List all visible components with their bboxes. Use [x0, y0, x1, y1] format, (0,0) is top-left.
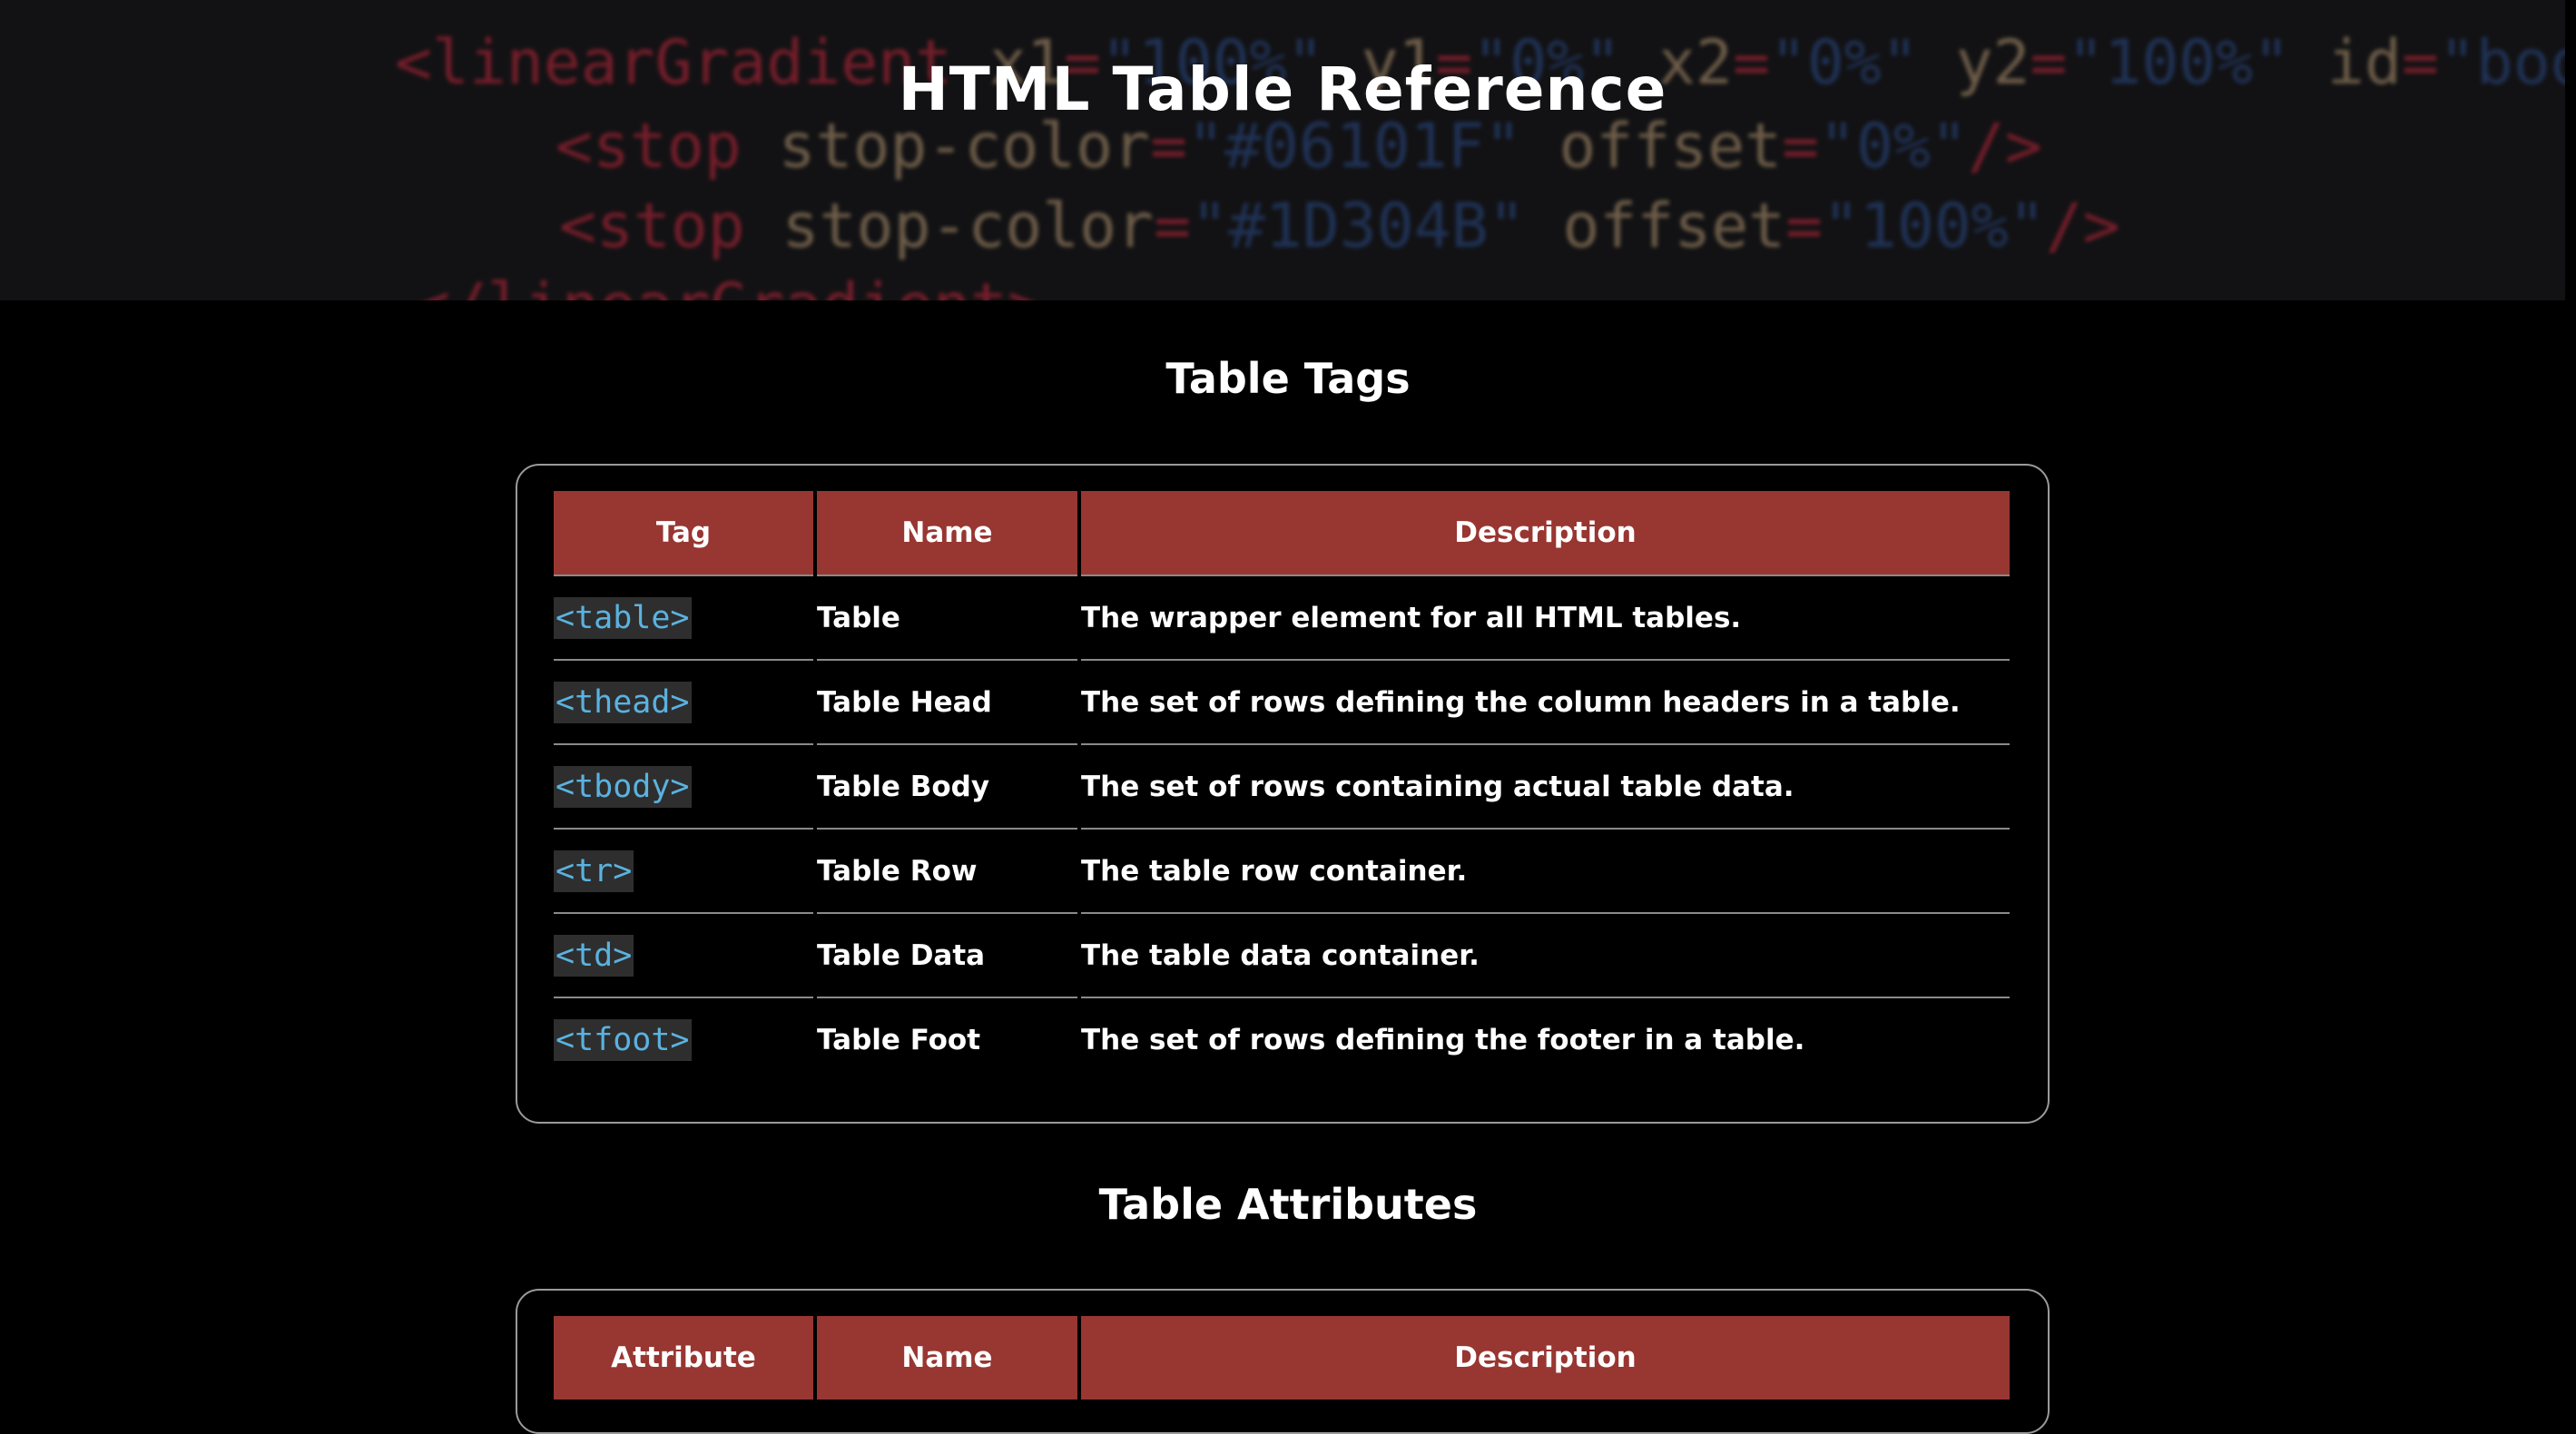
table-header-row: Tag Name Description	[554, 491, 2010, 575]
table-row: <tbody> Table Body The set of rows conta…	[554, 743, 2010, 828]
table-tags: Tag Name Description <table> Table The w…	[550, 491, 2013, 1081]
column-header-name: Name	[817, 491, 1077, 575]
hero-banner: <linearGradient x1="100%" y1="0%" x2="0%…	[0, 0, 2565, 300]
column-header-tag: Tag	[554, 491, 813, 575]
section-title-table-attributes: Table Attributes	[1098, 1180, 1478, 1229]
tag-name: Table Data	[817, 912, 1077, 997]
page-title: HTML Table Reference	[898, 54, 1667, 124]
table-attributes: Attribute Name Description	[550, 1316, 2013, 1400]
section-title-table-tags: Table Tags	[1165, 354, 1411, 403]
tag-name: Table Head	[817, 659, 1077, 743]
table-row: <table> Table The wrapper element for al…	[554, 575, 2010, 659]
table-row: <td> Table Data The table data container…	[554, 912, 2010, 997]
tag-description: The wrapper element for all HTML tables.	[1081, 575, 2010, 659]
tag-code: <tfoot>	[554, 1018, 692, 1061]
tag-description: The table data container.	[1081, 912, 2010, 997]
table-header-row: Attribute Name Description	[554, 1316, 2010, 1400]
tag-name: Table	[817, 575, 1077, 659]
bg-code-line: </linearGradient>	[413, 270, 1045, 300]
tag-code: <tbody>	[554, 765, 692, 808]
column-header-attribute: Attribute	[554, 1316, 813, 1400]
table-row: <thead> Table Head The set of rows defin…	[554, 659, 2010, 743]
tag-name: Table Foot	[817, 997, 1077, 1081]
tag-description: The table row container.	[1081, 828, 2010, 912]
tag-description: The set of rows defining the footer in a…	[1081, 997, 2010, 1081]
tag-name: Table Row	[817, 828, 1077, 912]
tag-code: <table>	[554, 596, 692, 639]
tag-code: <tr>	[554, 850, 634, 892]
tag-name: Table Body	[817, 743, 1077, 828]
column-header-description: Description	[1081, 1316, 2010, 1400]
tag-code: <td>	[554, 934, 634, 977]
column-header-name: Name	[817, 1316, 1077, 1400]
background-code-image: <linearGradient x1="100%" y1="0%" x2="0%…	[0, 0, 2565, 300]
tag-description: The set of rows defining the column head…	[1081, 659, 2010, 743]
tag-code: <thead>	[554, 681, 692, 723]
bg-code-line: <stop stop-color="#1D304B" offset="100%"…	[559, 191, 2120, 262]
table-row: <tfoot> Table Foot The set of rows defin…	[554, 997, 2010, 1081]
table-attributes-card: Attribute Name Description	[516, 1289, 2050, 1434]
column-header-description: Description	[1081, 491, 2010, 575]
table-row: <tr> Table Row The table row container.	[554, 828, 2010, 912]
table-tags-card: Tag Name Description <table> Table The w…	[516, 464, 2050, 1124]
tag-description: The set of rows containing actual table …	[1081, 743, 2010, 828]
